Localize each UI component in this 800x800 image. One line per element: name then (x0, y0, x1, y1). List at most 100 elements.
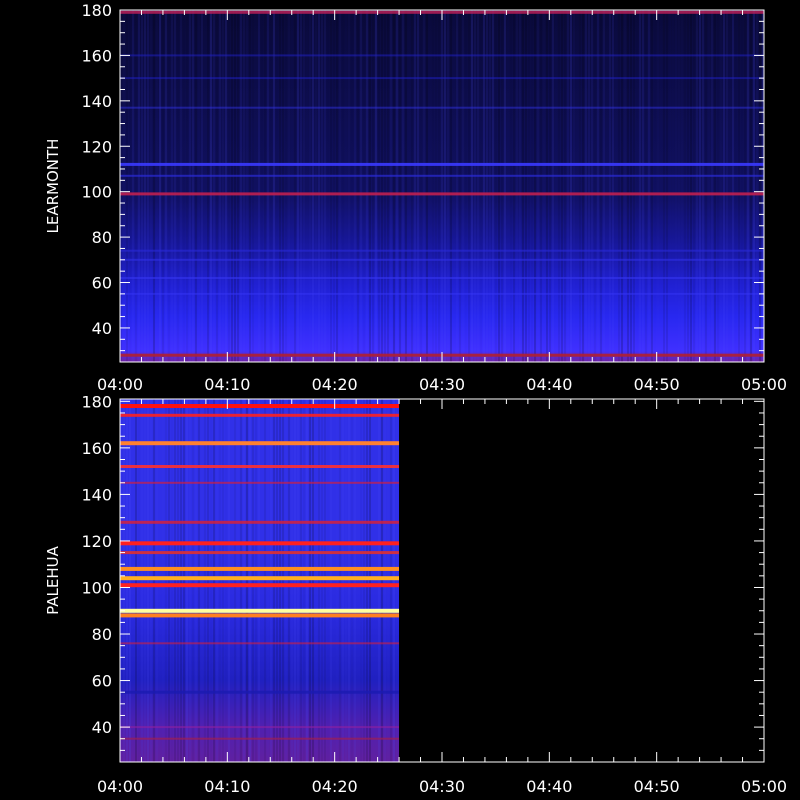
texture-streak (288, 10, 290, 362)
texture-streak (648, 10, 650, 362)
texture-streak (744, 10, 746, 362)
texture-streak (228, 399, 230, 762)
texture-streak (654, 10, 656, 362)
texture-streak (210, 399, 212, 762)
texture-streak (711, 10, 713, 362)
emission-band (120, 249, 764, 252)
texture-streak (321, 10, 323, 362)
texture-streak (750, 10, 752, 362)
texture-streak (159, 399, 161, 762)
texture-streak (609, 10, 611, 362)
texture-streak (705, 10, 707, 362)
texture-streak (357, 399, 359, 762)
texture-streak (576, 10, 578, 362)
panel-learmonth: 40 60 80 100 120 140 160 180 04:00 04:10 04:20 04:3… (44, 1, 787, 394)
texture-streak (279, 10, 281, 362)
y-tick-label: 100 (81, 183, 112, 202)
y-tick-label: 80 (92, 625, 112, 644)
texture-streak (327, 10, 329, 362)
texture-streak (753, 10, 755, 362)
texture-streak (384, 10, 386, 362)
texture-streak (462, 10, 464, 362)
texture-streak (204, 399, 206, 762)
texture-streak (216, 10, 218, 362)
texture-streak (180, 399, 182, 762)
texture-streak (696, 10, 698, 362)
texture-streak (537, 10, 539, 362)
texture-streak (366, 399, 368, 762)
texture-streak (339, 399, 341, 762)
y-tick-label: 120 (81, 137, 112, 156)
texture-streak (438, 10, 440, 362)
texture-streak (294, 399, 296, 762)
x-tick-label: 04:20 (312, 375, 358, 394)
texture-streak (354, 10, 356, 362)
texture-streak (387, 10, 389, 362)
emission-band (120, 77, 764, 80)
texture-streak (378, 399, 380, 762)
texture-streak (327, 399, 329, 762)
texture-streak (690, 10, 692, 362)
emission-band (120, 441, 400, 446)
texture-streak (591, 10, 593, 362)
texture-streak (477, 10, 479, 362)
texture-streak (726, 10, 728, 362)
texture-streak (171, 10, 173, 362)
x-tick-label: 04:50 (634, 777, 680, 796)
texture-streak (600, 10, 602, 362)
texture-streak (426, 10, 428, 362)
texture-streak (336, 10, 338, 362)
texture-streak (624, 10, 626, 362)
texture-streak (345, 399, 347, 762)
texture-streak (246, 10, 248, 362)
texture-streak (402, 10, 404, 362)
texture-streak (513, 10, 515, 362)
texture-streak (351, 399, 353, 762)
texture-streak (177, 10, 179, 362)
texture-streak (210, 10, 212, 362)
texture-streak (123, 399, 125, 762)
texture-streak (468, 10, 470, 362)
texture-streak (519, 10, 521, 362)
texture-streak (309, 10, 311, 362)
texture-streak (165, 10, 167, 362)
texture-streak (381, 399, 383, 762)
texture-streak (255, 10, 257, 362)
y-tick-label: 80 (92, 228, 112, 247)
y-tick-label: 160 (81, 439, 112, 458)
texture-streak (165, 399, 167, 762)
texture-streak (183, 10, 185, 362)
texture-streak (303, 399, 305, 762)
texture-streak (471, 10, 473, 362)
texture-streak (225, 399, 227, 762)
texture-streak (282, 399, 284, 762)
texture-streak (522, 10, 524, 362)
texture-streak (255, 399, 257, 762)
texture-streak (747, 10, 749, 362)
texture-streak (150, 399, 152, 762)
texture-streak (525, 10, 527, 362)
texture-streak (168, 399, 170, 762)
texture-streak (681, 10, 683, 362)
x-tick-label: 04:10 (204, 375, 250, 394)
texture-streak (189, 10, 191, 362)
texture-streak (603, 10, 605, 362)
texture-streak (273, 399, 275, 762)
texture-streak (585, 10, 587, 362)
texture-streak (720, 10, 722, 362)
texture-streak (372, 399, 374, 762)
texture-streak (153, 399, 155, 762)
emission-band (120, 737, 400, 740)
texture-streak (342, 10, 344, 362)
texture-streak (249, 399, 251, 762)
texture-streak (264, 399, 266, 762)
texture-streak (267, 399, 269, 762)
texture-streak (261, 399, 263, 762)
y-tick-label: 60 (92, 672, 112, 691)
texture-streak (186, 399, 188, 762)
texture-streak (393, 10, 395, 362)
texture-streak (312, 399, 314, 762)
texture-streak (570, 10, 572, 362)
y-tick-label: 40 (92, 718, 112, 737)
texture-streak (465, 10, 467, 362)
